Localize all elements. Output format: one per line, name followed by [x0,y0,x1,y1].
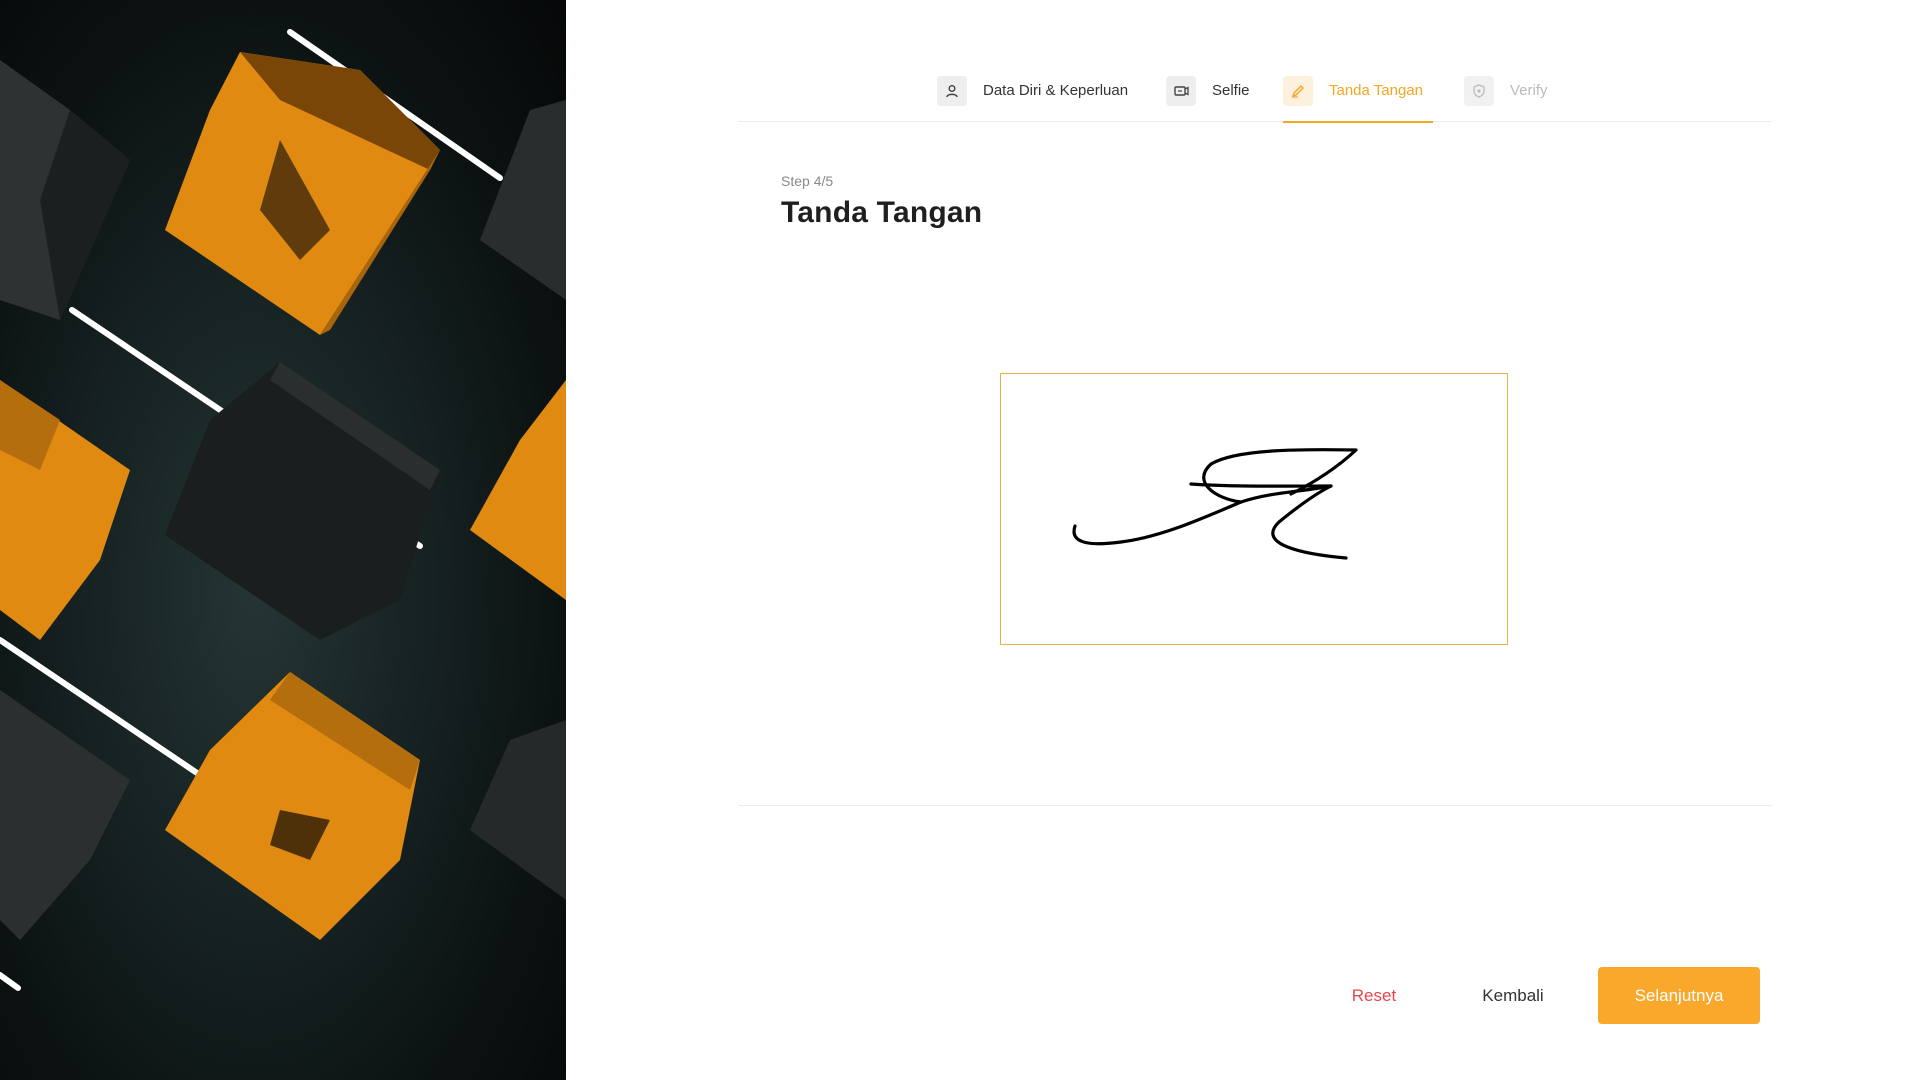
shield-icon [1464,76,1494,106]
step-label: Data Diri & Keperluan [983,82,1129,99]
pen-icon [1283,76,1313,106]
camera-flip-icon [1166,76,1196,106]
step-label: Selfie [1212,82,1250,99]
next-button[interactable]: Selanjutnya [1598,967,1760,1024]
signature-stroke [1072,448,1358,560]
step-label: Tanda Tangan [1329,82,1423,99]
section-divider [738,805,1772,806]
step-data-diri[interactable]: Data Diri & Keperluan [937,76,1128,122]
step-counter: Step 4/5 [781,173,834,189]
step-verify[interactable]: Verify [1464,76,1548,122]
floating-boxes-illustration [0,29,566,991]
hero-illustration [0,0,566,1080]
step-tanda-tangan[interactable]: Tanda Tangan [1283,76,1433,123]
main-content: Data Diri & Keperluan Selfie Tanda Tanga… [566,0,1920,1080]
reset-button[interactable]: Reset [1318,967,1430,1024]
signature-pad[interactable] [1000,373,1508,645]
step-label: Verify [1510,82,1548,99]
page-title: Tanda Tangan [781,196,983,229]
stepper: Data Diri & Keperluan Selfie Tanda Tanga… [738,76,1772,123]
user-icon [937,76,967,106]
step-selfie[interactable]: Selfie [1166,76,1250,122]
back-button[interactable]: Kembali [1448,967,1578,1024]
